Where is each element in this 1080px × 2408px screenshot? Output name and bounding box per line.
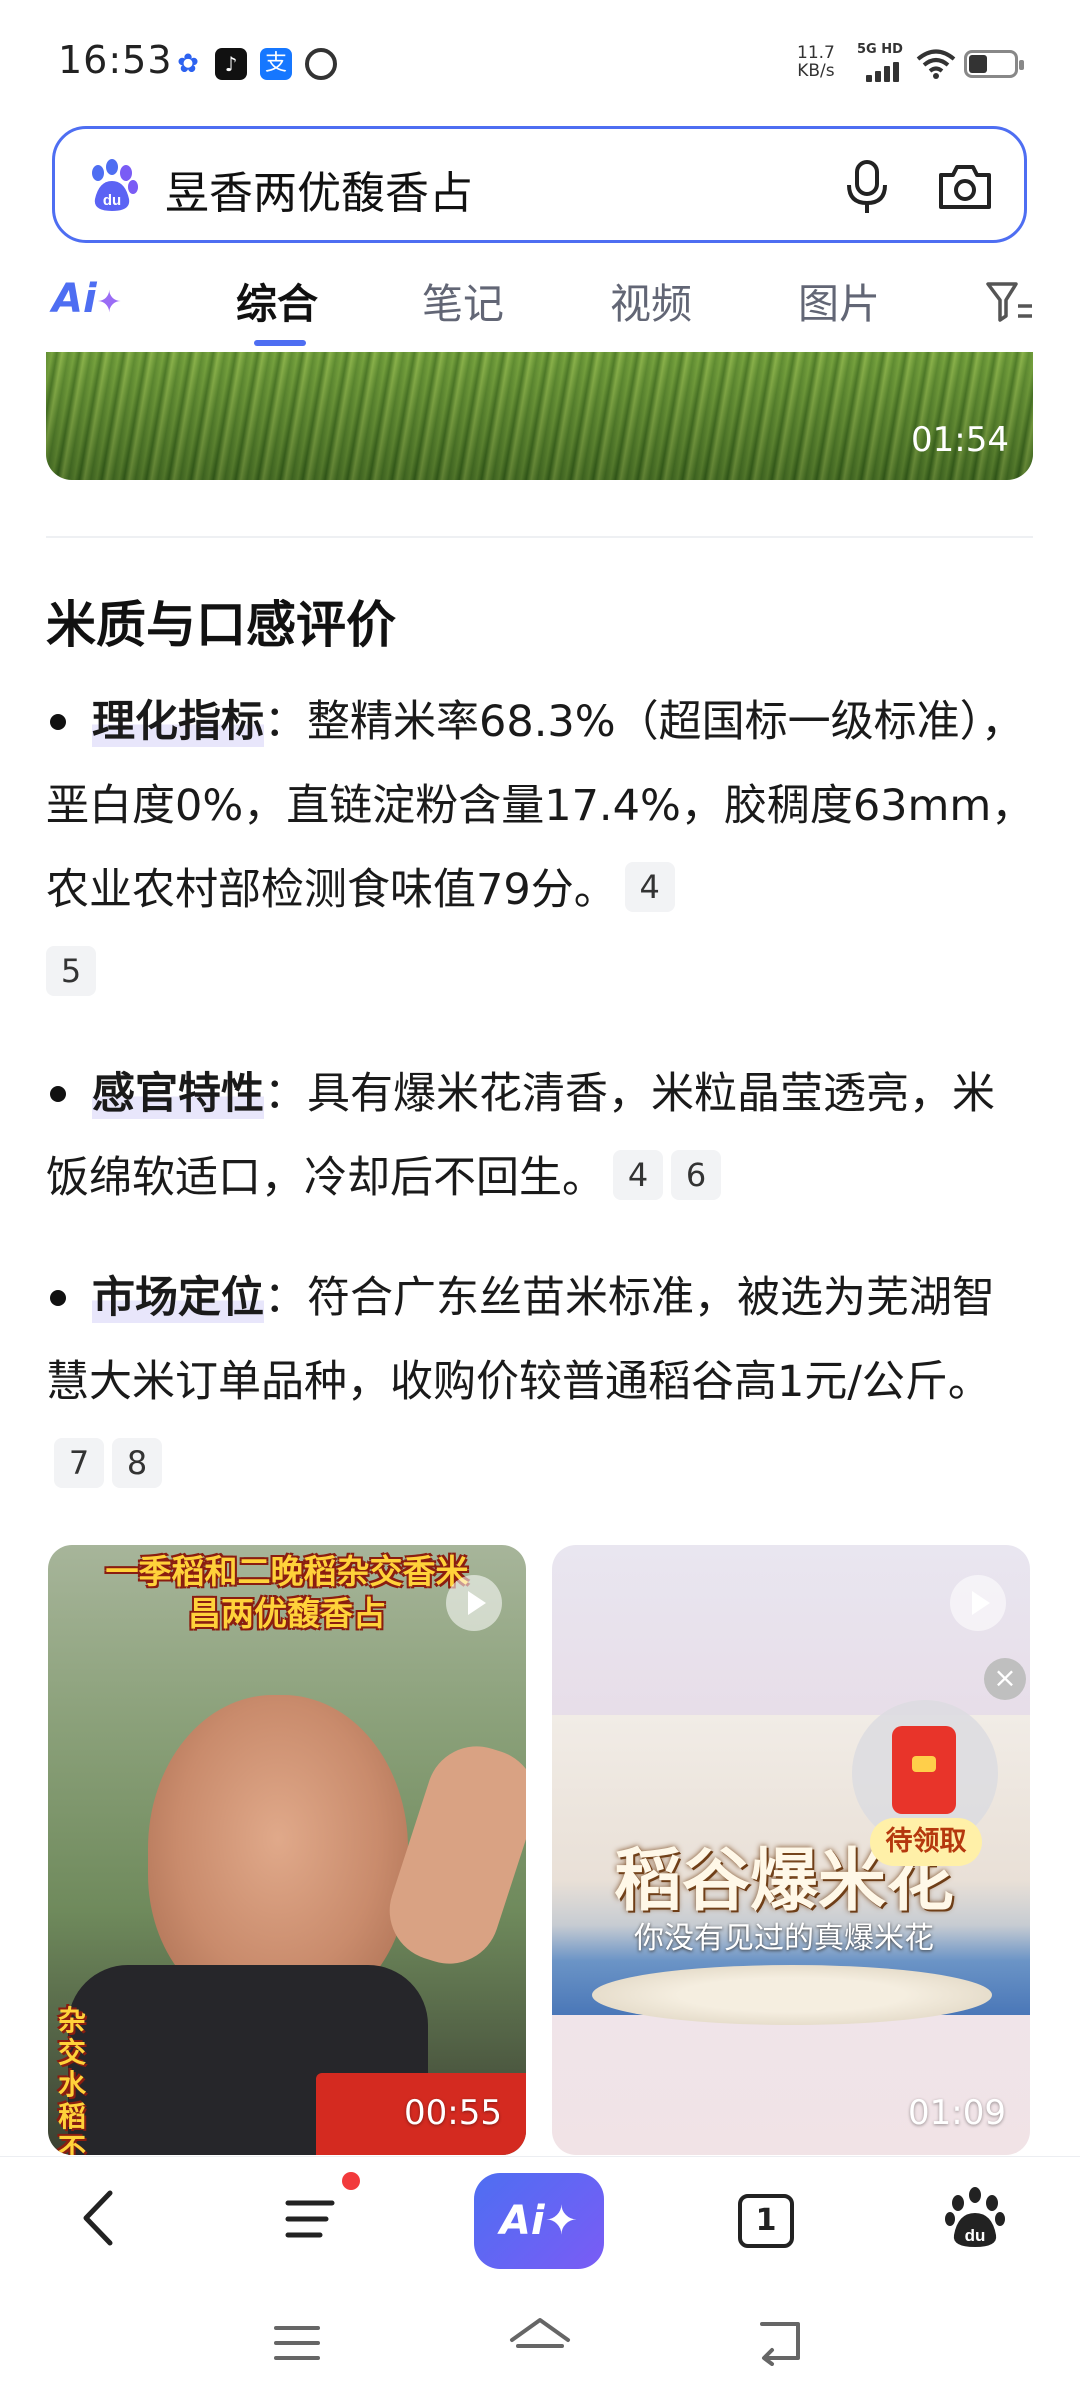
close-icon[interactable]: × <box>984 1658 1026 1700</box>
red-envelope-icon <box>892 1726 956 1814</box>
keyword: 感官特性 <box>92 1069 264 1119</box>
list-item: 感官特性：具有爆米花清香，米粒晶莹透亮，米饭绵软适口，冷却后不回生。 4 6 <box>46 1052 1036 1220</box>
recent-apps-icon[interactable] <box>272 2320 322 2366</box>
battery-icon <box>964 50 1024 78</box>
tab-comprehensive[interactable]: 综合 <box>236 270 318 330</box>
video-side-caption: 杂交水稻不可 <box>58 2004 87 2156</box>
baidu-home-icon[interactable]: du <box>940 2183 1010 2253</box>
tab-images[interactable]: 图片 <box>798 270 880 330</box>
search-tabs: Ai✦ 综合 笔记 视频 图片 <box>0 258 1080 354</box>
video-duration: 01:09 <box>908 2093 1006 2133</box>
search-box[interactable]: du 昱香两优馥香占 <box>52 126 1027 243</box>
video-duration: 00:55 <box>404 2093 502 2133</box>
tab-notes[interactable]: 笔记 <box>422 270 504 330</box>
tab-ai[interactable]: Ai✦ <box>52 276 122 322</box>
bullet-icon <box>50 1085 66 1102</box>
divider <box>46 536 1033 538</box>
bullet-icon <box>50 1289 66 1306</box>
play-icon <box>950 1575 1006 1631</box>
system-navigation-bar <box>0 2282 1080 2408</box>
baidu-icon: ✿ <box>172 48 204 80</box>
bullet-icon <box>50 713 66 730</box>
reference-badge[interactable]: 6 <box>671 1150 721 1200</box>
reference-badge[interactable]: 4 <box>613 1150 663 1200</box>
reference-badge[interactable]: 7 <box>54 1438 104 1488</box>
back-icon[interactable] <box>66 2183 136 2253</box>
svg-text:du: du <box>103 192 121 209</box>
home-icon[interactable] <box>508 2316 572 2366</box>
list-item: 理化指标：整精米率68.3%（超国标一级标准），垩白度0%，直链淀粉含量17.4… <box>46 680 1036 1016</box>
bowl-image <box>592 1965 992 2025</box>
tabs-count-button[interactable]: 1 <box>738 2194 794 2248</box>
filter-icon[interactable] <box>984 280 1034 324</box>
active-tab-indicator <box>254 340 306 346</box>
status-bar: 16:53 ✿ ♪ 支 11.7 KB/s 5G HD <box>0 0 1080 120</box>
keyword: 理化指标 <box>92 697 264 747</box>
video-card[interactable]: 一季稻和二晚稻杂交香米 昌两优馥香占 杂交水稻不可 00:55 <box>48 1545 526 2155</box>
video-subtitle: 你没有见过的真爆米花 <box>634 1921 934 1956</box>
wifi-icon <box>916 49 956 79</box>
menu-icon[interactable] <box>276 2183 346 2253</box>
reference-badge[interactable]: 5 <box>46 946 96 996</box>
app-icon <box>305 48 337 80</box>
camera-icon[interactable] <box>935 159 995 215</box>
svg-text:du: du <box>965 2226 986 2245</box>
ai-assistant-button[interactable]: Ai✦ <box>474 2173 604 2269</box>
signal-icon <box>866 60 904 82</box>
sparkle-icon: ✦ <box>96 285 122 320</box>
microphone-icon[interactable] <box>841 159 893 215</box>
video-thumbnail[interactable]: 01:54 <box>46 352 1033 480</box>
bottom-navigation: Ai✦ du <box>0 2156 1080 2282</box>
baidu-paw-icon: du <box>92 159 138 211</box>
reference-badge[interactable]: 4 <box>624 862 675 912</box>
reference-badge[interactable]: 8 <box>112 1438 162 1488</box>
network-type-label: 5G HD <box>857 42 903 57</box>
play-icon <box>446 1575 502 1631</box>
alipay-icon: 支 <box>260 48 292 80</box>
red-packet-label[interactable]: 待领取 <box>870 1818 982 1866</box>
network-speed: 11.7 KB/s <box>797 43 835 81</box>
section-title: 米质与口感评价 <box>46 596 396 654</box>
tiktok-icon: ♪ <box>215 48 247 80</box>
search-input[interactable]: 昱香两优馥香占 <box>165 157 473 221</box>
status-time: 16:53 <box>58 38 173 82</box>
tab-video[interactable]: 视频 <box>610 270 692 330</box>
list-item: 市场定位：符合广东丝苗米标准，被选为芜湖智慧大米订单品种，收购价较普通稻谷高1元… <box>46 1256 1036 1508</box>
notification-dot <box>342 2172 360 2190</box>
keyword: 市场定位 <box>92 1273 264 1323</box>
video-duration: 01:54 <box>911 420 1009 460</box>
back-system-icon[interactable] <box>752 2316 808 2366</box>
